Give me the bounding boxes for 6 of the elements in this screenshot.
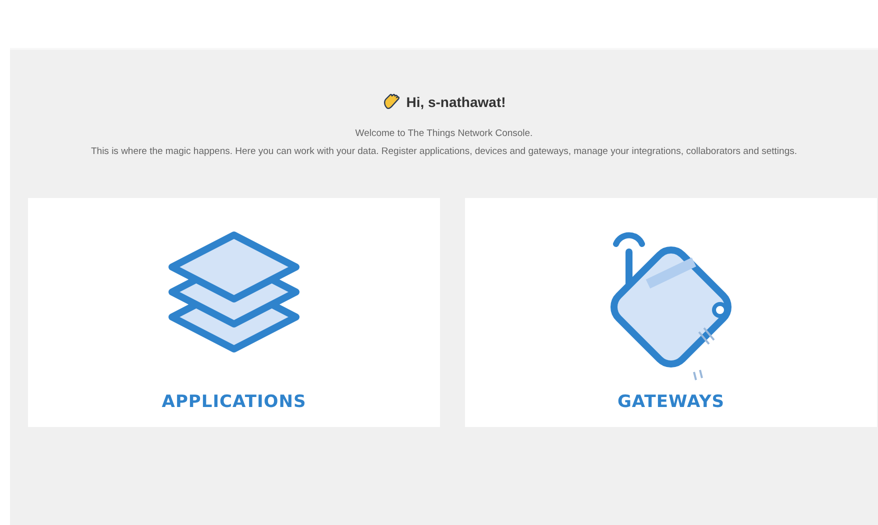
card[interactable]: GATEWAYS bbox=[465, 198, 877, 427]
waving-hand-icon bbox=[382, 92, 402, 112]
greeting: Hi, s-nathawat! bbox=[406, 94, 506, 110]
intro-text: This is where the magic happens. Here you can work with your data. Register applications, devices and gateways, manage your integrations, collaborators and settings. bbox=[90, 146, 798, 158]
card[interactable]: APPLICATIONS bbox=[28, 198, 440, 427]
welcome-text: Welcome to The Things Network Console. bbox=[354, 128, 534, 139]
